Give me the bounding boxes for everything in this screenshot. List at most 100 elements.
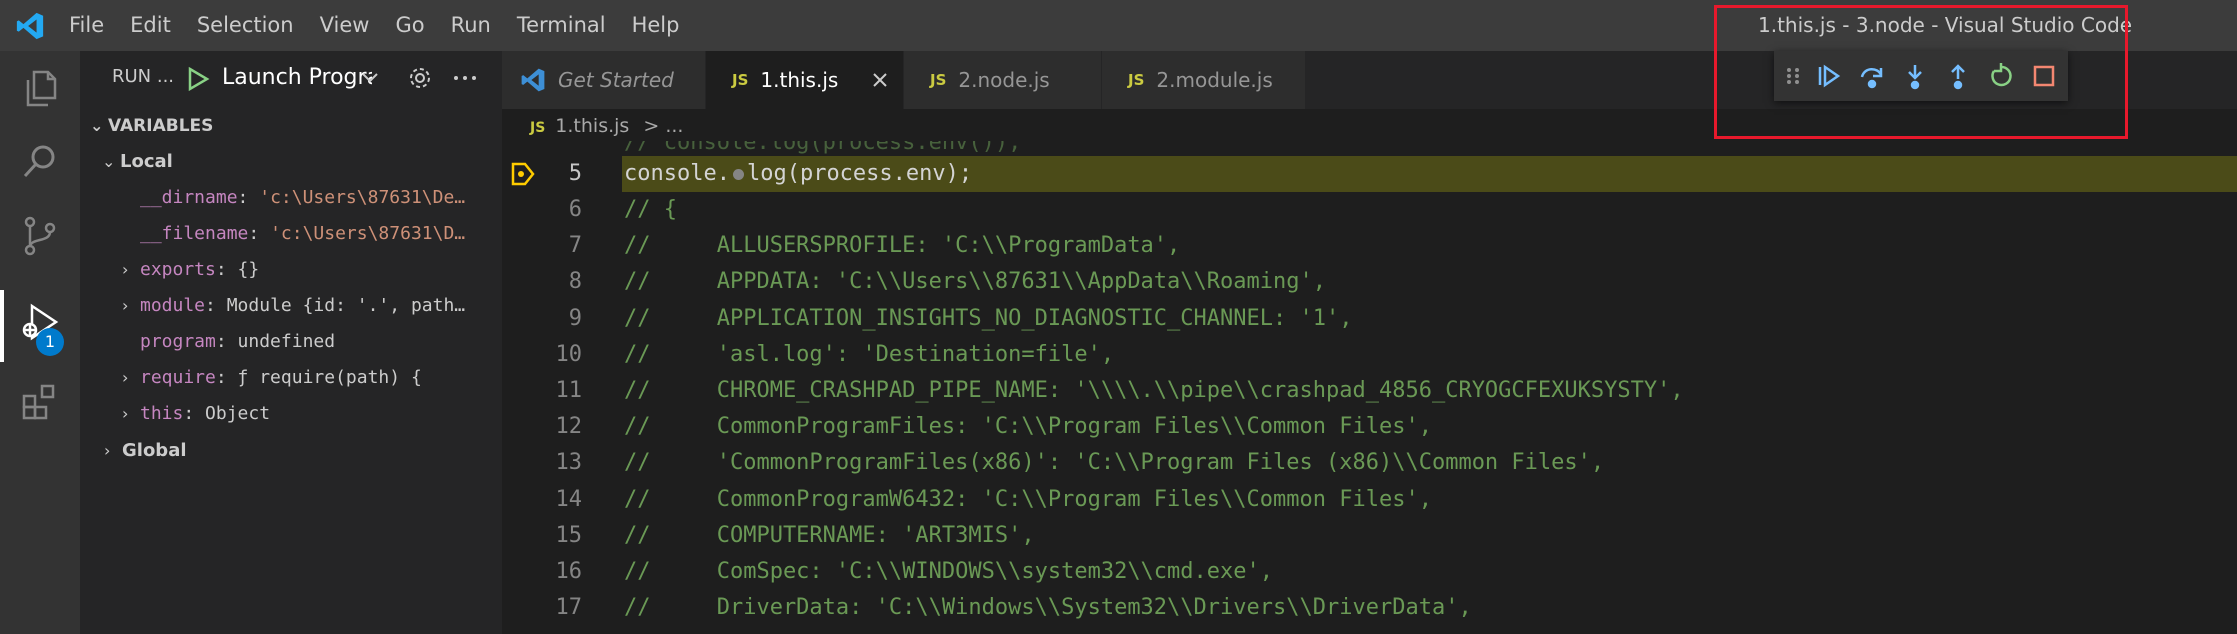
breadcrumb-rest[interactable]: > ... — [643, 115, 683, 137]
close-icon[interactable] — [869, 69, 891, 91]
variable-separator: : — [215, 367, 238, 388]
variable-name: module — [140, 295, 206, 316]
activity-active-indicator — [0, 290, 4, 362]
code-line[interactable]: // CommonProgramW6432: 'C:\\Program File… — [624, 482, 1432, 518]
vscode-logo-icon — [521, 68, 545, 92]
line-number: 8 — [568, 269, 582, 295]
code-line[interactable]: // 'asl.log': 'Destination=file', — [624, 337, 1114, 373]
vscode-logo-icon — [16, 12, 44, 40]
code-line[interactable]: // ComSpec: 'C:\\WINDOWS\\system32\\cmd.… — [624, 554, 1273, 590]
partially-visible-line: // console.log(process.env()); — [624, 141, 1022, 155]
line-number: 13 — [555, 450, 583, 476]
variable-value: 'c:\Users\87631\D… — [270, 223, 466, 244]
launch-config-select[interactable]: Launch Program — [222, 61, 372, 95]
line-number: 10 — [555, 341, 583, 367]
chevron-right-icon[interactable]: › — [122, 289, 140, 323]
code-line[interactable]: // CommonProgramFiles: 'C:\\Program File… — [624, 409, 1432, 445]
annotation-highlight-box — [1714, 5, 2128, 139]
code-text: log(process.env); — [746, 161, 973, 186]
gear-icon[interactable] — [406, 64, 434, 92]
extensions-icon[interactable] — [18, 380, 62, 424]
chevron-down-icon[interactable] — [360, 70, 380, 86]
js-file-icon: JS — [930, 71, 947, 89]
code-line[interactable]: // APPDATA: 'C:\\Users\\87631\\AppData\\… — [624, 264, 1326, 300]
menu-file[interactable]: File — [56, 0, 117, 51]
variable-separator: : — [205, 295, 227, 316]
menu-run[interactable]: Run — [438, 0, 504, 51]
tab-get-started[interactable]: Get Started — [502, 51, 706, 109]
scope-global[interactable]: › Global — [104, 434, 499, 468]
variable-value: 'c:\Users\87631\De… — [259, 187, 466, 208]
search-icon[interactable] — [18, 140, 62, 184]
code-line[interactable]: // COMPUTERNAME: 'ART3MIS', — [624, 518, 1035, 554]
variable-row[interactable]: › module: Module {id: '.', path… — [122, 289, 497, 323]
menu-edit[interactable]: Edit — [117, 0, 184, 51]
chevron-right-icon[interactable]: › — [122, 361, 140, 395]
code-line[interactable]: // 'CommonProgramFiles(x86)': 'C:\\Progr… — [624, 445, 1604, 481]
line-number: 15 — [555, 522, 583, 548]
variable-separator: : — [183, 403, 206, 424]
variable-row[interactable]: __filename: 'c:\Users\87631\D… — [122, 217, 497, 251]
js-file-icon: JS — [732, 71, 749, 89]
variable-row[interactable]: › exports: {} — [122, 253, 497, 287]
menu-selection[interactable]: Selection — [184, 0, 307, 51]
scope-label: Global — [122, 440, 187, 461]
more-actions-icon[interactable] — [450, 64, 480, 92]
breadcrumb-file[interactable]: 1.this.js — [555, 115, 629, 137]
code-line[interactable]: // ALLUSERSPROFILE: 'C:\\ProgramData', — [624, 228, 1180, 264]
variable-separator: : — [248, 223, 271, 244]
variables-section-header[interactable]: ⌄ VARIABLES — [90, 110, 213, 142]
inline-breakpoint-icon[interactable] — [732, 168, 744, 180]
variable-name: require — [140, 367, 216, 388]
code-text: console. — [624, 161, 730, 186]
variable-separator: : — [215, 259, 238, 280]
code-line[interactable]: // CHROME_CRASHPAD_PIPE_NAME: '\\\\.\\pi… — [624, 373, 1684, 409]
line-number: 11 — [555, 378, 583, 403]
code-line[interactable]: // { — [624, 192, 677, 228]
line-number: 17 — [555, 595, 583, 621]
variable-row[interactable]: › this: Object — [122, 397, 497, 431]
start-debugging-icon[interactable] — [186, 66, 210, 92]
variable-name: program — [140, 331, 216, 352]
line-number: 5 — [568, 161, 582, 186]
js-file-icon: JS — [1128, 71, 1145, 89]
files-icon[interactable] — [18, 66, 62, 110]
source-control-icon[interactable] — [18, 214, 62, 258]
tab-label: Get Started — [558, 68, 674, 92]
tab-1-this-js[interactable]: JS 1.this.js — [706, 51, 904, 109]
line-number: 14 — [555, 486, 583, 512]
code-line[interactable]: // APPLICATION_INSIGHTS_NO_DIAGNOSTIC_CH… — [624, 301, 1352, 337]
menu-help[interactable]: Help — [619, 0, 693, 51]
variable-value: Module {id: '.', path… — [226, 295, 466, 316]
breadcrumb: JS 1.this.js > ... — [530, 111, 683, 141]
code-line-current[interactable]: console. log(process.env); — [624, 156, 972, 192]
scope-local[interactable]: ⌄ Local — [102, 145, 497, 179]
variable-row[interactable]: __dirname: 'c:\Users\87631\De… — [122, 181, 497, 215]
chevron-right-icon[interactable]: › — [122, 397, 140, 431]
tab-2-module-js[interactable]: JS 2.module.js — [1102, 51, 1306, 109]
variable-name: this — [140, 403, 184, 424]
menu-go[interactable]: Go — [382, 0, 437, 51]
menu-view[interactable]: View — [307, 0, 383, 51]
tab-label: 2.module.js — [1156, 68, 1273, 92]
variable-value: {} — [237, 259, 260, 280]
debug-badge: 1 — [36, 328, 64, 356]
variable-separator: : — [215, 331, 238, 352]
menu-bar: File Edit Selection View Go Run Terminal… — [56, 0, 692, 51]
code-line[interactable]: // DriverData: 'C:\\Windows\\System32\\D… — [624, 590, 1472, 626]
variable-separator: : — [237, 187, 260, 208]
menu-terminal[interactable]: Terminal — [504, 0, 619, 51]
chevron-down-icon: ⌄ — [102, 152, 116, 171]
js-file-icon: JS — [530, 120, 546, 136]
line-number: 16 — [555, 559, 583, 584]
tab-label: 2.node.js — [958, 68, 1050, 92]
variables-title: VARIABLES — [108, 116, 214, 136]
variable-row[interactable]: › require: ƒ require(path) { — [122, 361, 497, 395]
chevron-right-icon[interactable]: › — [122, 253, 140, 287]
variable-row[interactable]: program: undefined — [122, 325, 497, 359]
tab-2-node-js[interactable]: JS 2.node.js — [904, 51, 1102, 109]
line-number: 12 — [555, 414, 583, 440]
line-number: 9 — [568, 305, 582, 331]
chevron-right-icon: › — [104, 441, 111, 460]
tab-label: 1.this.js — [760, 68, 839, 92]
